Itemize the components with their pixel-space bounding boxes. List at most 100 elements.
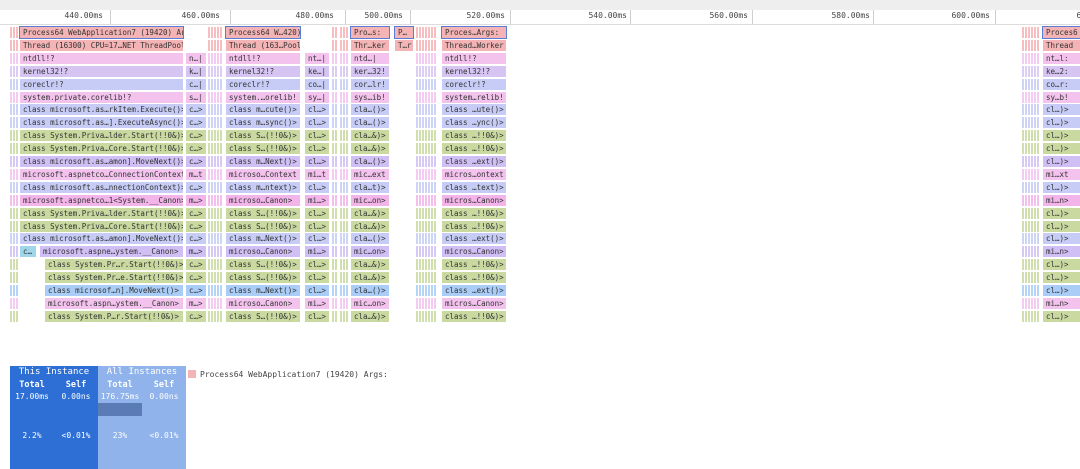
thin-frame[interactable] (343, 39, 345, 51)
thin-frame[interactable] (425, 259, 427, 271)
thin-frame[interactable] (1034, 27, 1036, 38)
thin-frame[interactable] (13, 104, 15, 116)
stack-frame[interactable]: Pro…s: (350, 26, 390, 39)
thin-frame[interactable] (220, 27, 222, 38)
thin-frame[interactable] (346, 91, 348, 103)
thin-frame[interactable] (1037, 285, 1039, 296)
thin-frame[interactable] (428, 78, 430, 90)
thin-frame[interactable] (335, 27, 337, 38)
thin-frame[interactable] (1031, 168, 1033, 180)
thin-frame[interactable] (1031, 194, 1033, 206)
thin-frame[interactable] (428, 143, 430, 155)
thin-frame[interactable] (10, 233, 12, 245)
stack-frame[interactable]: nt…| (305, 52, 329, 64)
thin-frame[interactable] (211, 194, 213, 206)
thin-frame[interactable] (1034, 52, 1036, 64)
thin-frame[interactable] (1028, 117, 1030, 129)
thin-frame[interactable] (419, 233, 421, 245)
thin-frame[interactable] (220, 52, 222, 64)
thin-frame[interactable] (1031, 272, 1033, 284)
thin-frame[interactable] (422, 207, 424, 219)
thin-frame[interactable] (1031, 181, 1033, 193)
thin-frame[interactable] (214, 117, 216, 129)
thin-frame[interactable] (1034, 272, 1036, 284)
thin-frame[interactable] (1034, 91, 1036, 103)
stack-frame[interactable]: c…> (186, 104, 206, 116)
stack-frame[interactable]: ntdll!? (442, 52, 506, 64)
stack-frame[interactable]: cla…()> (351, 233, 389, 245)
stack-frame[interactable]: c…> (186, 285, 206, 296)
thin-frame[interactable] (1022, 220, 1024, 232)
thin-frame[interactable] (208, 246, 210, 258)
thin-frame[interactable] (214, 27, 216, 38)
stack-frame[interactable]: mi…xt (1043, 168, 1080, 180)
thin-frame[interactable] (416, 259, 418, 271)
thin-frame[interactable] (332, 130, 334, 142)
thin-frame[interactable] (217, 194, 219, 206)
thin-frame[interactable] (13, 259, 15, 271)
stack-frame[interactable]: c…> (186, 310, 206, 322)
stack-frame[interactable]: c…> (186, 207, 206, 219)
thin-frame[interactable] (340, 207, 342, 219)
thin-frame[interactable] (425, 168, 427, 180)
thin-frame[interactable] (416, 78, 418, 90)
thin-frame[interactable] (1034, 156, 1036, 167)
thin-frame[interactable] (1022, 168, 1024, 180)
stack-frame[interactable]: cl…> (305, 285, 329, 296)
stack-frame[interactable]: mic…on> (351, 297, 389, 309)
thin-frame[interactable] (1022, 130, 1024, 142)
thin-frame[interactable] (431, 104, 433, 116)
stack-frame[interactable]: Proces6 (1042, 26, 1080, 39)
stack-frame[interactable]: cl…)> (1043, 310, 1080, 322)
thin-frame[interactable] (428, 297, 430, 309)
thin-frame[interactable] (416, 168, 418, 180)
stack-frame[interactable]: microso…Canon> (226, 194, 300, 206)
thin-frame[interactable] (1031, 156, 1033, 167)
thin-frame[interactable] (1022, 233, 1024, 245)
thin-frame[interactable] (416, 272, 418, 284)
thin-frame[interactable] (1025, 168, 1027, 180)
thin-frame[interactable] (16, 65, 18, 77)
thin-frame[interactable] (1037, 130, 1039, 142)
stack-frame[interactable]: microsoft.aspn…ystem.__Canon> (45, 297, 183, 309)
thin-frame[interactable] (425, 130, 427, 142)
thin-frame[interactable] (422, 272, 424, 284)
thin-frame[interactable] (434, 39, 436, 51)
thin-frame[interactable] (1022, 39, 1024, 51)
thin-frame[interactable] (428, 168, 430, 180)
thin-frame[interactable] (10, 207, 12, 219)
thin-frame[interactable] (343, 65, 345, 77)
stack-frame[interactable]: cl…> (305, 220, 329, 232)
thin-frame[interactable] (419, 272, 421, 284)
thin-frame[interactable] (217, 65, 219, 77)
thin-frame[interactable] (1025, 27, 1027, 38)
stack-frame[interactable]: ntdll!? (20, 52, 183, 64)
thin-frame[interactable] (1025, 297, 1027, 309)
thin-frame[interactable] (208, 220, 210, 232)
thin-frame[interactable] (335, 117, 337, 129)
stack-frame[interactable]: co…| (305, 78, 329, 90)
stack-frame[interactable]: microso…Canon> (226, 297, 300, 309)
stack-frame[interactable]: cl…> (305, 117, 329, 129)
thin-frame[interactable] (422, 130, 424, 142)
stack-frame[interactable]: mi…n> (1043, 246, 1080, 258)
stack-frame[interactable]: cl…> (305, 104, 329, 116)
thin-frame[interactable] (340, 168, 342, 180)
stack-frame[interactable]: cl…> (305, 130, 329, 142)
thin-frame[interactable] (416, 181, 418, 193)
thin-frame[interactable] (1022, 181, 1024, 193)
stack-frame[interactable]: microsoft.aspnetco…ConnectionContext (20, 168, 183, 180)
stack-frame[interactable]: Thread (1043, 39, 1080, 51)
thin-frame[interactable] (346, 39, 348, 51)
thin-frame[interactable] (214, 285, 216, 296)
thin-frame[interactable] (16, 194, 18, 206)
thin-frame[interactable] (434, 52, 436, 64)
thin-frame[interactable] (428, 246, 430, 258)
thin-frame[interactable] (220, 117, 222, 129)
thin-frame[interactable] (422, 117, 424, 129)
thin-frame[interactable] (332, 39, 334, 51)
thin-frame[interactable] (416, 285, 418, 296)
thin-frame[interactable] (16, 52, 18, 64)
thin-frame[interactable] (217, 220, 219, 232)
thin-frame[interactable] (1022, 143, 1024, 155)
